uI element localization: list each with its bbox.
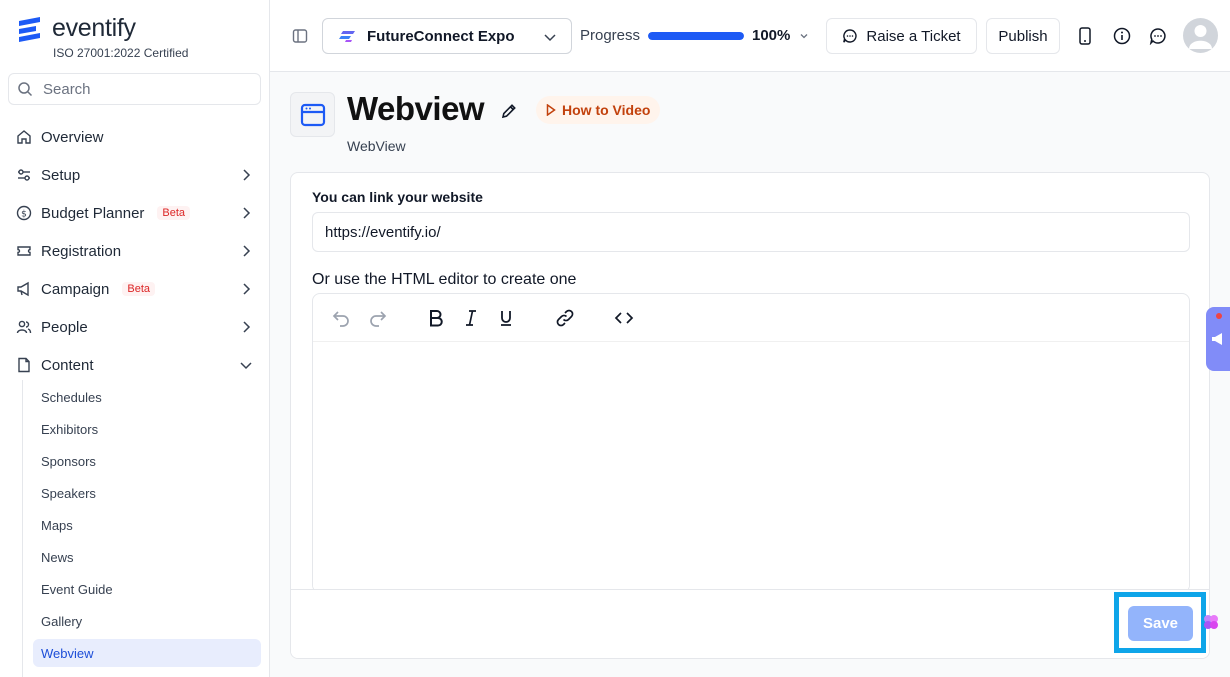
chevron-right-icon <box>243 321 251 333</box>
svg-text:$: $ <box>21 210 27 220</box>
sidebar-item-people[interactable]: People <box>8 311 261 343</box>
sidebar-subitem-event-guide[interactable]: Event Guide <box>33 575 261 603</box>
html-editor <box>312 293 1190 593</box>
progress-dropdown-icon[interactable] <box>798 30 810 42</box>
chevron-right-icon <box>243 245 251 257</box>
ticket-icon <box>17 246 31 256</box>
event-name: FutureConnect Expo <box>367 27 515 45</box>
sidebar-subitem-gallery[interactable]: Gallery <box>33 607 261 635</box>
how-to-video-label: How to Video <box>562 102 651 118</box>
editor-toolbar <box>313 294 1189 342</box>
page-title: Webview <box>347 90 485 127</box>
publish-button[interactable]: Publish <box>986 18 1060 54</box>
chevron-right-icon <box>243 207 251 219</box>
sidebar: eventify ISO 27001:2022 Certified Overvi… <box>0 0 270 677</box>
document-icon <box>18 357 30 373</box>
eventify-logo-icon <box>19 16 40 42</box>
redo-icon[interactable] <box>366 306 390 330</box>
undo-icon[interactable] <box>329 306 353 330</box>
sidebar-item-label: Content <box>41 356 94 374</box>
sidebar-subitem-maps[interactable]: Maps <box>33 511 261 539</box>
page-subtitle: WebView <box>347 138 406 154</box>
sidebar-toggle-icon[interactable] <box>290 26 310 46</box>
user-icon <box>1189 25 1212 49</box>
sidebar-item-label: Setup <box>41 166 81 184</box>
event-selector[interactable]: FutureConnect Expo <box>322 18 572 54</box>
chevron-right-icon <box>243 169 251 181</box>
sidebar-item-overview[interactable]: Overview <box>8 121 261 153</box>
sidebar-item-label: Budget Planner <box>41 204 145 222</box>
home-icon <box>17 130 31 144</box>
raise-ticket-button[interactable]: Raise a Ticket <box>826 18 977 54</box>
sliders-icon <box>18 169 30 181</box>
brand-name: eventify <box>52 14 136 42</box>
raise-ticket-label: Raise a Ticket <box>866 27 961 45</box>
certification-text: ISO 27001:2022 Certified <box>53 46 189 60</box>
sidebar-item-label: People <box>41 318 88 336</box>
sidebar-item-setup[interactable]: Setup <box>8 159 261 191</box>
link-icon[interactable] <box>553 306 577 330</box>
chevron-down-icon <box>544 34 556 42</box>
info-icon[interactable] <box>1112 26 1132 46</box>
users-icon <box>16 320 32 334</box>
search-icon <box>18 82 33 97</box>
assistant-icon[interactable] <box>1202 612 1220 637</box>
megaphone-icon <box>17 281 29 297</box>
sidebar-item-label: Overview <box>41 128 104 146</box>
event-logo-icon <box>339 31 355 42</box>
progress-bar <box>648 32 744 40</box>
play-icon <box>546 104 556 116</box>
mobile-preview-icon[interactable] <box>1075 26 1095 46</box>
sidebar-subitem-sponsors[interactable]: Sponsors <box>33 447 261 475</box>
sidebar-subitem-exhibitors[interactable]: Exhibitors <box>33 415 261 443</box>
progress-fill <box>648 32 744 40</box>
beta-badge: Beta <box>157 206 191 220</box>
subnav-line <box>22 380 23 677</box>
underline-icon[interactable] <box>494 306 518 330</box>
chevron-down-icon <box>240 362 252 370</box>
progress-value: 100% <box>752 27 791 44</box>
sidebar-subitem-schedules[interactable]: Schedules <box>33 383 261 411</box>
chevron-right-icon <box>243 283 251 295</box>
card-footer <box>291 589 1209 658</box>
megaphone-icon <box>1212 333 1222 345</box>
editor-content-area[interactable] <box>313 342 1189 592</box>
sidebar-subitem-webview[interactable]: Webview <box>33 639 261 667</box>
publish-label: Publish <box>998 27 1048 45</box>
top-bar: FutureConnect Expo Progress 100% Raise a… <box>270 0 1230 72</box>
progress-label: Progress <box>580 27 641 44</box>
beta-badge: Beta <box>122 282 156 296</box>
html-editor-label: Or use the HTML editor to create one <box>312 271 577 288</box>
search-box[interactable] <box>8 73 261 105</box>
sidebar-subitem-news[interactable]: News <box>33 543 261 571</box>
search-input[interactable] <box>43 80 243 98</box>
user-avatar[interactable] <box>1183 18 1218 53</box>
browser-window-icon <box>290 92 335 137</box>
main-content: Webview How to Video WebView You can lin… <box>270 72 1230 677</box>
website-url-input[interactable] <box>312 212 1190 252</box>
chat-bubble-icon <box>843 29 858 43</box>
save-button[interactable]: Save <box>1128 606 1193 641</box>
sidebar-item-campaign[interactable]: Campaign Beta <box>8 273 261 305</box>
sidebar-subitem-speakers[interactable]: Speakers <box>33 479 261 507</box>
webview-form-card: You can link your website Or use the HTM… <box>290 172 1210 659</box>
italic-icon[interactable] <box>459 306 483 330</box>
sidebar-item-budget-planner[interactable]: $ Budget Planner Beta <box>8 197 261 229</box>
notification-dot <box>1216 313 1222 319</box>
messages-icon[interactable] <box>1148 26 1168 46</box>
sidebar-item-content[interactable]: Content <box>8 349 261 381</box>
brand-logo[interactable]: eventify <box>16 14 136 43</box>
bold-icon[interactable] <box>424 306 448 330</box>
sidebar-item-label: Campaign <box>41 280 110 298</box>
how-to-video-button[interactable]: How to Video <box>536 96 661 124</box>
pencil-icon[interactable] <box>500 102 518 125</box>
sidebar-item-label: Registration <box>41 242 122 260</box>
sidebar-item-registration[interactable]: Registration <box>8 235 261 267</box>
dollar-circle-icon: $ <box>16 205 32 221</box>
website-field-label: You can link your website <box>312 189 483 205</box>
code-icon[interactable] <box>612 306 636 330</box>
